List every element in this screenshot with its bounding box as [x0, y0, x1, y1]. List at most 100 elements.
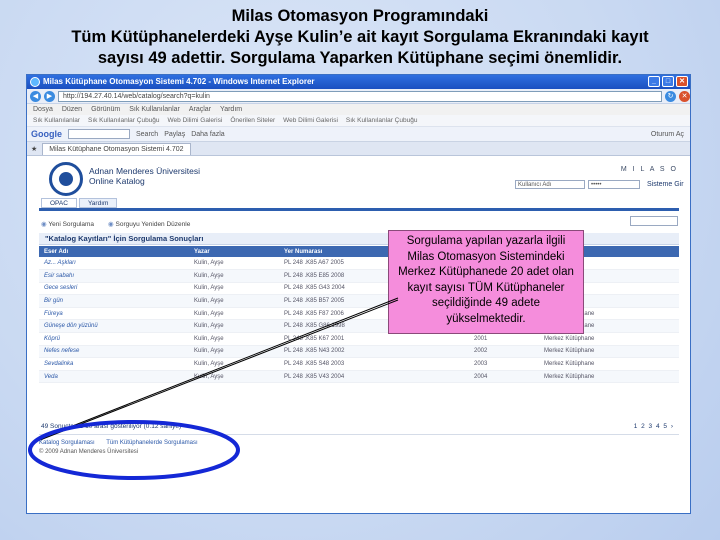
cell-author: Kulin, Ayşe: [189, 357, 279, 371]
cell-title[interactable]: Güneşe dön yüzünü: [39, 319, 189, 334]
tab-row: ★ Milas Kütüphane Otomasyon Sistemi 4.70…: [27, 142, 690, 156]
password-input[interactable]: •••••: [588, 180, 640, 189]
internet-explorer-icon: [30, 77, 40, 87]
menu-file[interactable]: Dosya: [33, 104, 53, 115]
cell-call-number: PL 248 .K85 N43 2002: [279, 345, 469, 359]
cell-library: Merkez Kütüphane: [539, 357, 679, 371]
address-input[interactable]: http://194.27.40.14/web/catalog/search?q…: [58, 90, 662, 102]
browser-window: Milas Kütüphane Otomasyon Sistemi 4.702 …: [26, 74, 691, 514]
cell-title[interactable]: Füreya: [39, 307, 189, 321]
cell-title[interactable]: Nefes nefese: [39, 345, 189, 359]
column-header-title[interactable]: Eser Adı: [39, 246, 189, 257]
cell-library: Merkez Kütüphane: [539, 370, 679, 384]
results-per-page-select[interactable]: [630, 216, 678, 226]
cell-author: Kulin, Ayşe: [189, 319, 279, 334]
back-button[interactable]: ◀: [30, 90, 41, 102]
login-form: Kullanıcı Adı ••••• Sisteme Gir: [515, 180, 684, 189]
footer-link-catalog[interactable]: Katalog Sorgulaması: [39, 440, 95, 446]
cell-author: Kulin, Ayşe: [189, 307, 279, 321]
nav-divider: [39, 208, 679, 211]
cell-author: Kulin, Ayşe: [189, 282, 279, 296]
cell-author: Kulin, Ayşe: [189, 269, 279, 283]
google-share-button[interactable]: Paylaş: [164, 131, 185, 138]
menu-help[interactable]: Yardım: [220, 104, 242, 115]
cell-call-number: PL 248 .K85 K67 2001: [279, 332, 469, 346]
menu-edit[interactable]: Düzen: [62, 104, 82, 115]
favorites-item[interactable]: Önerilen Siteler: [230, 115, 275, 126]
table-row[interactable]: Veda Kulin, Ayşe PL 248 .K85 V43 2004 2004 M…: [39, 370, 679, 384]
slide-title: Milas Otomasyon Programındaki Tüm Kütüph…: [0, 6, 720, 69]
university-header: Adnan Menderes Üniversitesi Online Katal…: [89, 166, 200, 186]
cell-author: Kulin, Ayşe: [189, 370, 279, 384]
pagination[interactable]: 1 2 3 4 5 ›: [634, 423, 674, 430]
footer-link-all-libraries[interactable]: Tüm Kütüphanelerde Sorgulaması: [106, 440, 197, 446]
edit-search-link[interactable]: Sorguyu Yeniden Düzenle: [108, 220, 191, 228]
new-search-link[interactable]: Yeni Sorgulama: [41, 220, 94, 228]
favorites-star-icon[interactable]: ★: [31, 145, 37, 153]
menu-favorites[interactable]: Sık Kullanılanlar: [129, 104, 180, 115]
google-more-button[interactable]: Daha fazla: [191, 131, 224, 138]
cell-year: 2001: [469, 332, 539, 346]
favorites-item[interactable]: Web Dilimi Galerisi: [168, 115, 223, 126]
callout-line-6: yükselmektedir.: [446, 312, 526, 325]
catalog-subtitle: Online Katalog: [89, 176, 145, 186]
favorites-item[interactable]: Sık Kullanılanlar: [33, 115, 80, 126]
cell-title[interactable]: Gece sesleri: [39, 282, 189, 296]
search-actions: Yeni Sorgulama Sorguyu Yeniden Düzenle: [41, 220, 190, 228]
cell-call-number: PL 248 .K85 S48 2003: [279, 357, 469, 371]
slide-title-line-3: sayısı 49 adettir. Sorgulama Yaparken Kü…: [97, 49, 623, 67]
footer-copyright: © 2009 Adnan Menderes Üniversitesi: [39, 449, 139, 455]
cell-title[interactable]: Az... Aşkları: [39, 257, 189, 271]
stop-button[interactable]: ✕: [679, 90, 690, 102]
tab-help[interactable]: Yardım: [78, 198, 118, 208]
cell-year: 2002: [469, 345, 539, 359]
close-button[interactable]: ✕: [676, 76, 688, 87]
refresh-button[interactable]: ↻: [665, 90, 676, 102]
cell-author: Kulin, Ayşe: [189, 257, 279, 271]
favorites-item[interactable]: Web Dilimi Galerisi: [283, 115, 338, 126]
forward-button[interactable]: ▶: [44, 90, 55, 102]
slide-title-line-2: Tüm Kütüphanelerdeki Ayşe Kulin’e ait ka…: [71, 28, 649, 46]
nav-tabs: OPAC Yardım: [41, 198, 118, 208]
favorites-item[interactable]: Sık Kullanılanlar Çubuğu: [88, 115, 160, 126]
address-bar: ◀ ▶ http://194.27.40.14/web/catalog/sear…: [27, 89, 690, 104]
university-logo: [49, 162, 83, 196]
callout-line-1: Sorgulama yapılan yazarla ilgili: [406, 235, 566, 247]
table-row[interactable]: Köprü Kulin, Ayşe PL 248 .K85 K67 2001 2001…: [39, 332, 679, 346]
cell-title[interactable]: Bir gün: [39, 294, 189, 308]
cell-library: Merkez Kütüphane: [539, 332, 679, 346]
menu-tools[interactable]: Araçlar: [189, 104, 211, 115]
google-search-input[interactable]: [68, 129, 130, 139]
cell-title[interactable]: Sevdalinka: [39, 357, 189, 371]
menu-view[interactable]: Görünüm: [91, 104, 120, 115]
cell-title[interactable]: Veda: [39, 370, 189, 384]
window-title: Milas Kütüphane Otomasyon Sistemi 4.702 …: [43, 77, 315, 86]
google-search-button[interactable]: Search: [136, 131, 158, 138]
cell-year: 2004: [469, 370, 539, 384]
maximize-button[interactable]: □: [662, 76, 674, 87]
tab-opac[interactable]: OPAC: [41, 198, 77, 208]
login-button[interactable]: Sisteme Gir: [643, 180, 684, 189]
cell-library: Merkez Kütüphane: [539, 345, 679, 359]
minimize-button[interactable]: _: [648, 76, 660, 87]
callout-box: Sorgulama yapılan yazarla ilgili Milas O…: [388, 230, 584, 334]
cell-call-number: PL 248 .K85 V43 2004: [279, 370, 469, 384]
google-toolbar: Google Search Paylaş Daha fazla Oturum A…: [27, 127, 690, 142]
username-input[interactable]: Kullanıcı Adı: [515, 180, 585, 189]
window-titlebar: Milas Kütüphane Otomasyon Sistemi 4.702 …: [27, 75, 690, 89]
table-row[interactable]: Sevdalinka Kulin, Ayşe PL 248 .K85 S48 200…: [39, 357, 679, 371]
table-row[interactable]: Nefes nefese Kulin, Ayşe PL 248 .K85 N43 2…: [39, 345, 679, 359]
page-footer: Katalog Sorgulaması Tüm Kütüphanelerde S…: [39, 434, 679, 457]
google-signin-button[interactable]: Oturum Aç: [651, 131, 690, 138]
column-header-author[interactable]: Yazar: [189, 246, 279, 257]
menu-bar: Dosya Düzen Görünüm Sık Kullanılanlar Ar…: [27, 104, 690, 115]
university-name: Adnan Menderes Üniversitesi: [89, 166, 201, 176]
cell-title[interactable]: Köprü: [39, 332, 189, 346]
cell-author: Kulin, Ayşe: [189, 345, 279, 359]
cell-title[interactable]: Esir sabahı: [39, 269, 189, 283]
callout-line-3: Merkez Kütüphanede 20 adet olan: [398, 266, 574, 278]
callout-line-5: seçildiğinde 49 adete: [431, 297, 541, 309]
cell-year: 2003: [469, 357, 539, 371]
browser-tab[interactable]: Milas Kütüphane Otomasyon Sistemi 4.702: [42, 142, 191, 155]
favorites-item[interactable]: Sık Kullanılanlar Çubuğu: [346, 115, 418, 126]
